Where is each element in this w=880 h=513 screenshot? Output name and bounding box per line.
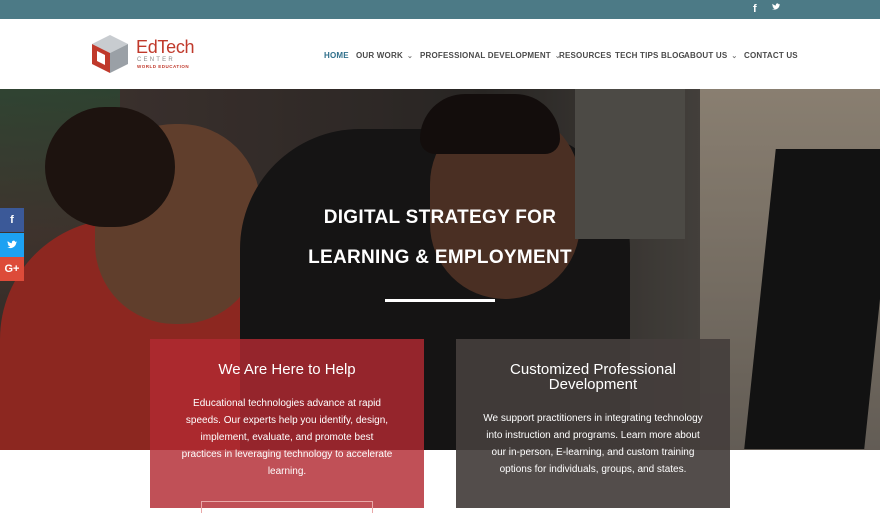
chevron-down-icon: ⌄ xyxy=(731,53,738,60)
share-googleplus-button[interactable]: G+ xyxy=(0,257,24,281)
cube-logo-icon xyxy=(92,35,128,73)
hero-divider xyxy=(385,299,495,302)
help-card-title: We Are Here to Help xyxy=(218,361,356,378)
hero-banner: DIGITAL STRATEGY FOR LEARNING & EMPLOYME… xyxy=(0,89,880,450)
site-logo[interactable]: EdTech CENTER WORLD EDUCATION xyxy=(90,33,200,75)
nav-contact-us[interactable]: CONTACT US xyxy=(744,49,798,63)
twitter-icon xyxy=(7,240,17,249)
nav-our-work[interactable]: OUR WORK ⌄ xyxy=(356,49,413,64)
nav-about-us[interactable]: ABOUT US ⌄ xyxy=(684,49,737,64)
hero-photo xyxy=(0,89,880,450)
facebook-icon: f xyxy=(10,214,14,226)
chevron-down-icon: ⌄ xyxy=(406,53,414,60)
share-twitter-button[interactable] xyxy=(0,233,24,257)
twitter-icon[interactable] xyxy=(771,2,781,16)
professional-development-card-title: Customized Professional Development xyxy=(510,361,676,393)
nav-about-us-label: ABOUT US xyxy=(684,51,728,60)
nav-home[interactable]: HOME xyxy=(324,49,349,63)
nav-our-work-label: OUR WORK xyxy=(356,51,403,60)
nav-resources[interactable]: RESOURCES xyxy=(559,49,611,63)
nav-tech-tips-blog[interactable]: TECH TIPS BLOG xyxy=(615,49,685,63)
nav-professional-development[interactable]: PROFESSIONAL DEVELOPMENT ⌄ xyxy=(420,49,561,64)
logo-center-text: CENTER xyxy=(137,57,175,63)
logo-org-text: WORLD EDUCATION xyxy=(137,64,190,69)
help-card-button[interactable] xyxy=(201,501,373,513)
hero-title-line-2: LEARNING & EMPLOYMENT xyxy=(308,247,572,268)
logo-brand-text: EdTech xyxy=(136,37,195,57)
hero-title-line-1: DIGITAL STRATEGY FOR xyxy=(323,207,557,228)
professional-development-card: Customized Professional Development We s… xyxy=(456,339,730,508)
share-facebook-button[interactable]: f xyxy=(0,208,24,232)
professional-development-card-body: We support practitioners in integrating … xyxy=(483,413,703,475)
site-header: EdTech CENTER WORLD EDUCATION HOME OUR W… xyxy=(0,19,880,89)
help-card: We Are Here to Help Educational technolo… xyxy=(150,339,424,513)
googleplus-icon: G+ xyxy=(4,263,20,275)
top-bar: f xyxy=(0,0,880,19)
facebook-icon[interactable]: f xyxy=(753,2,757,16)
help-card-body: Educational technologies advance at rapi… xyxy=(181,398,393,477)
nav-professional-development-label: PROFESSIONAL DEVELOPMENT xyxy=(420,51,551,60)
